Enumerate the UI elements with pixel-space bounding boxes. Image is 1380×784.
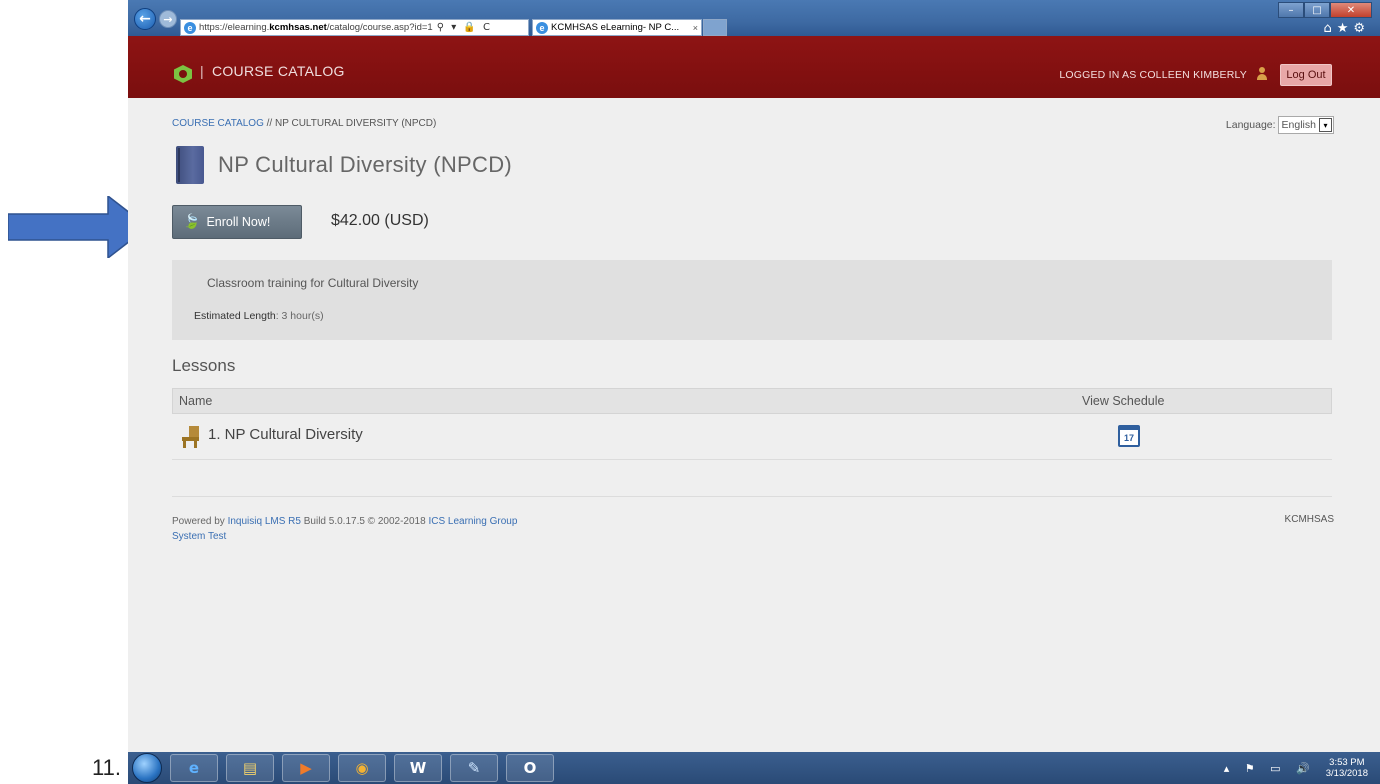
address-bar-tools-icon[interactable]: ⚲ ▾ 🔒 C [437, 22, 492, 33]
forward-button[interactable]: → [159, 10, 177, 28]
course-price: $42.00 (USD) [331, 212, 429, 229]
footer-link-system-test[interactable]: System Test [172, 531, 226, 542]
taskbar-items: e ▤ ▶ ◉ W ✎ O [162, 754, 554, 782]
system-tray: ▴ ⚑ ▭ 🔊 3:53 PM 3/13/2018 [1224, 757, 1368, 779]
browser-tab-active[interactable]: e KCMHSAS eLearning- NP C... × [532, 19, 702, 36]
estimated-length-value: : 3 hour(s) [275, 310, 324, 322]
taskbar-outlook-button[interactable]: O [506, 754, 554, 782]
column-header-name: Name [179, 394, 213, 408]
minimize-button[interactable]: – [1278, 2, 1304, 18]
windows-taskbar: e ▤ ▶ ◉ W ✎ O ▴ ⚑ ▭ 🔊 3:53 PM 3/13/2018 [128, 752, 1380, 784]
logged-in-user: LOGGED IN AS COLLEEN KIMBERLY [1059, 69, 1247, 81]
language-label: Language: [1225, 119, 1276, 131]
enroll-now-button[interactable]: 🍃 Enroll Now! [172, 205, 302, 239]
browser-window: ← → e https://elearning. kcmhsas.net/cata… [128, 0, 1380, 752]
course-description: Classroom training for Cultural Diversit… [207, 276, 419, 290]
taskbar-paint-button[interactable]: ✎ [450, 754, 498, 782]
site-header: | COURSE CATALOG LOGGED IN AS COLLEEN KIM… [128, 36, 1380, 98]
site-logo-icon[interactable] [174, 65, 192, 83]
clock-date: 3/13/2018 [1325, 768, 1368, 779]
classroom-chair-icon [182, 426, 200, 448]
ie-icon: e [188, 759, 200, 777]
footer: Powered by Inquisiq LMS R5 Build 5.0.17.… [172, 514, 517, 544]
footer-powered-by: Powered by [172, 516, 228, 527]
forward-arrow-icon: → [163, 12, 173, 26]
footer-divider [172, 496, 1332, 497]
breadcrumb-current: // NP CULTURAL DIVERSITY (NPCD) [263, 118, 437, 129]
lesson-name[interactable]: 1. NP Cultural Diversity [208, 426, 363, 443]
footer-build: Build 5.0.17.5 © 2002-2018 [300, 516, 429, 527]
explorer-icon: ▤ [242, 759, 258, 777]
tab-favicon-icon: e [536, 21, 548, 34]
pointer-arrow-icon [8, 196, 148, 258]
footer-link-ics[interactable]: ICS Learning Group [428, 516, 517, 527]
language-select[interactable]: English ▾ [1277, 116, 1334, 134]
taskbar-ie-button[interactable]: e [170, 754, 218, 782]
paint-icon: ✎ [467, 759, 481, 777]
logout-button[interactable]: Log Out [1280, 64, 1332, 86]
maximize-button[interactable]: □ [1304, 2, 1330, 18]
close-window-button[interactable]: ✕ [1330, 2, 1372, 18]
header-separator: | [200, 63, 204, 79]
ie-favicon-icon: e [184, 21, 196, 34]
breadcrumb: COURSE CATALOG // NP CULTURAL DIVERSITY … [172, 118, 436, 129]
tab-close-icon[interactable]: × [693, 23, 698, 33]
course-description-box: Classroom training for Cultural Diversit… [172, 260, 1332, 340]
language-selected-value: English [1281, 119, 1316, 131]
breadcrumb-link-course-catalog[interactable]: COURSE CATALOG [172, 118, 264, 129]
header-title[interactable]: | COURSE CATALOG [200, 63, 345, 79]
word-icon: W [409, 759, 427, 777]
estimated-length: Estimated Length: 3 hour(s) [194, 310, 324, 322]
chrome-icon: ◉ [355, 759, 369, 777]
estimated-length-label: Estimated Length [194, 310, 276, 322]
window-controls: – □ ✕ [1278, 2, 1372, 18]
lessons-heading: Lessons [172, 356, 236, 375]
page-content: COURSE CATALOG // NP CULTURAL DIVERSITY … [128, 98, 1380, 752]
column-header-view-schedule: View Schedule [1082, 394, 1165, 408]
tray-icons[interactable]: ▴ ⚑ ▭ 🔊 [1224, 762, 1316, 775]
lessons-table-header: Name View Schedule [172, 388, 1332, 414]
enroll-button-label: Enroll Now! [206, 215, 271, 229]
chevron-down-icon[interactable]: ▾ [1319, 118, 1332, 132]
system-clock[interactable]: 3:53 PM 3/13/2018 [1326, 757, 1368, 779]
leaf-icon: 🍃 [183, 214, 201, 230]
media-icon: ▶ [300, 759, 312, 777]
calendar-icon[interactable]: 17 [1118, 425, 1140, 447]
slide-step-number: 11. [92, 755, 121, 780]
outlook-icon: O [523, 759, 537, 777]
back-button[interactable]: ← [134, 8, 156, 30]
taskbar-word-button[interactable]: W [394, 754, 442, 782]
home-favorites-settings-icons[interactable]: ⌂★⚙ [1323, 21, 1370, 36]
address-bar[interactable]: e https://elearning. kcmhsas.net/catalog/… [180, 19, 529, 36]
url-prefix: https://elearning. [199, 22, 270, 33]
start-button[interactable] [132, 753, 162, 783]
url-host: kcmhsas.net [269, 22, 327, 33]
taskbar-media-button[interactable]: ▶ [282, 754, 330, 782]
browser-chrome: ← → e https://elearning. kcmhsas.net/cata… [128, 0, 1380, 36]
header-title-text: COURSE CATALOG [211, 63, 345, 79]
user-icon [1257, 67, 1267, 80]
language-selector: Language: English ▾ [1226, 116, 1334, 134]
screenshot-slide: 11. ← → e https://elearning. kcmhsas.net /… [0, 0, 1380, 784]
book-icon [176, 146, 204, 184]
taskbar-explorer-button[interactable]: ▤ [226, 754, 274, 782]
page-title: NP Cultural Diversity (NPCD) [218, 152, 513, 177]
footer-link-inquisiq[interactable]: Inquisiq LMS R5 [228, 516, 301, 527]
clock-time: 3:53 PM [1329, 757, 1365, 768]
new-tab-button[interactable] [703, 19, 727, 36]
taskbar-chrome-button[interactable]: ◉ [338, 754, 386, 782]
footer-org-name: KCMHSAS [1284, 514, 1334, 525]
url-path: /catalog/course.asp?id=1 [326, 22, 433, 33]
table-row: 1. NP Cultural Diversity 17 [172, 416, 1332, 460]
tab-title: KCMHSAS eLearning- NP C... [551, 22, 680, 33]
back-arrow-icon: ← [139, 11, 151, 27]
